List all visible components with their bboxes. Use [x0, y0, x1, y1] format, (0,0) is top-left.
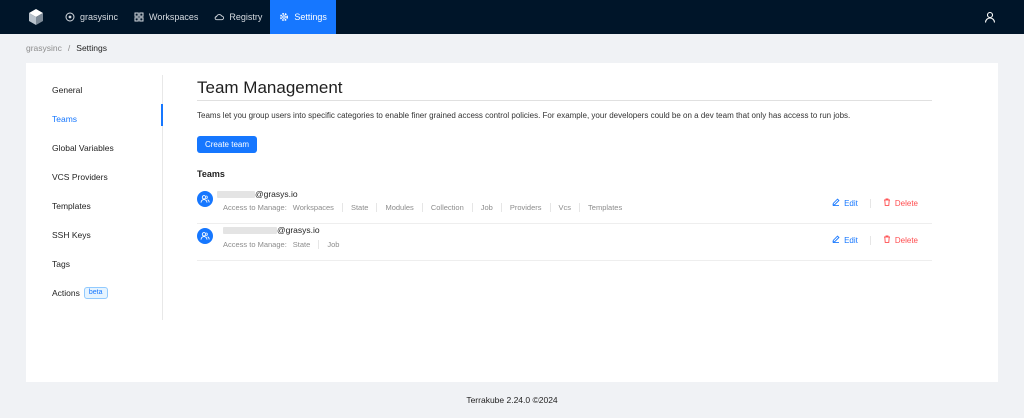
edit-label: Edit — [844, 198, 858, 208]
delete-team-button[interactable]: Delete — [883, 198, 918, 208]
nav-item-label: Settings — [294, 12, 327, 22]
settings-card: General Teams Global Variables VCS Provi… — [26, 63, 998, 382]
access-item: Collection — [421, 203, 472, 212]
gear-icon — [279, 12, 289, 22]
sidebar-item-global-variables[interactable]: Global Variables — [26, 133, 162, 162]
access-item: Workspaces — [292, 203, 334, 212]
user-icon[interactable] — [984, 11, 996, 23]
nav-item-registry[interactable]: Registry — [206, 0, 270, 34]
sidebar-item-vcs-providers[interactable]: VCS Providers — [26, 162, 162, 191]
access-item: Providers — [500, 203, 550, 212]
delete-label: Delete — [894, 198, 918, 208]
page-description: Teams let you group users into specific … — [197, 111, 851, 120]
sidebar-item-tags[interactable]: Tags — [26, 249, 162, 278]
breadcrumb-root[interactable]: grasysinc — [26, 43, 62, 53]
team-actions: Edit Delete — [832, 235, 918, 245]
access-item: Modules — [376, 203, 421, 212]
redacted-name — [217, 190, 255, 198]
sidebar-item-actions[interactable]: Actions beta — [26, 278, 162, 307]
access-item: Vcs — [549, 203, 580, 212]
footer: Terrakube 2.24.0 ©2024 — [466, 395, 558, 405]
create-team-button[interactable]: Create team — [197, 136, 257, 153]
sidebar-item-templates[interactable]: Templates — [26, 191, 162, 220]
access-item: State — [341, 203, 377, 212]
team-avatar-icon — [197, 191, 213, 207]
team-name: @grasys.io — [217, 189, 298, 199]
access-label: Access to Manage: — [223, 240, 287, 249]
team-name: @grasys.io — [217, 225, 320, 235]
sidebar-item-label: VCS Providers — [52, 171, 108, 182]
action-divider — [869, 198, 871, 208]
cloud-icon — [214, 12, 225, 22]
sidebar-item-label: SSH Keys — [52, 229, 91, 240]
breadcrumb-separator: / — [67, 43, 71, 53]
access-item: Templates — [579, 203, 630, 212]
edit-label: Edit — [844, 235, 858, 245]
access-item: State — [292, 240, 311, 249]
sidebar-item-ssh-keys[interactable]: SSH Keys — [26, 220, 162, 249]
team-access-list: Access to Manage: Workspaces State Modul… — [223, 203, 630, 212]
edit-icon — [832, 198, 840, 208]
sidebar-item-label: Templates — [52, 200, 91, 211]
sidebar-item-general[interactable]: General — [26, 75, 162, 104]
team-row: @grasys.io Access to Manage: State Job E… — [197, 224, 932, 261]
sidebar-item-label: Teams — [52, 113, 78, 124]
team-access-list: Access to Manage: State Job — [223, 240, 347, 249]
nav-item-label: Registry — [229, 12, 263, 22]
sidebar-item-label: Global Variables — [52, 142, 114, 153]
breadcrumb: grasysinc / Settings — [26, 43, 107, 53]
access-item: Job — [471, 203, 501, 212]
team-avatar-icon — [197, 228, 213, 244]
title-divider — [197, 100, 932, 101]
teams-section-title: Teams — [197, 169, 225, 179]
breadcrumb-current: Settings — [76, 43, 107, 53]
team-row: @grasys.io Access to Manage: Workspaces … — [197, 187, 932, 224]
nav-item-organization[interactable]: grasysinc — [57, 0, 126, 34]
top-navbar: grasysinc Workspaces Registry Settings — [0, 0, 1024, 34]
nav-item-workspaces[interactable]: Workspaces — [126, 0, 206, 34]
trash-icon — [883, 198, 891, 208]
access-label: Access to Manage: — [223, 203, 287, 212]
team-email-domain: @grasys.io — [277, 225, 320, 235]
edit-icon — [832, 235, 840, 245]
settings-sidebar: General Teams Global Variables VCS Provi… — [26, 75, 163, 320]
terrakube-logo-icon[interactable] — [27, 8, 45, 26]
team-management-panel: Team Management Teams let you group user… — [197, 77, 932, 261]
page-title: Team Management — [197, 78, 343, 97]
sidebar-item-teams[interactable]: Teams — [26, 104, 163, 133]
delete-team-button[interactable]: Delete — [883, 235, 918, 245]
nav-item-label: grasysinc — [80, 12, 119, 22]
edit-team-button[interactable]: Edit — [832, 235, 858, 245]
sidebar-item-label: General — [52, 84, 83, 95]
team-email-domain: @grasys.io — [255, 189, 298, 199]
beta-badge: beta — [83, 286, 108, 299]
redacted-name — [223, 226, 277, 234]
trash-icon — [883, 235, 891, 245]
nav-item-label: Workspaces — [149, 12, 199, 22]
sidebar-item-label: Tags — [52, 258, 70, 269]
access-item: Job — [318, 240, 347, 249]
action-divider — [869, 235, 871, 245]
org-icon — [65, 12, 75, 22]
nav-item-settings[interactable]: Settings — [270, 0, 336, 34]
edit-team-button[interactable]: Edit — [832, 198, 858, 208]
team-actions: Edit Delete — [832, 198, 918, 208]
grid-icon — [134, 12, 144, 22]
sidebar-item-label: Actions — [52, 287, 80, 298]
delete-label: Delete — [894, 235, 918, 245]
